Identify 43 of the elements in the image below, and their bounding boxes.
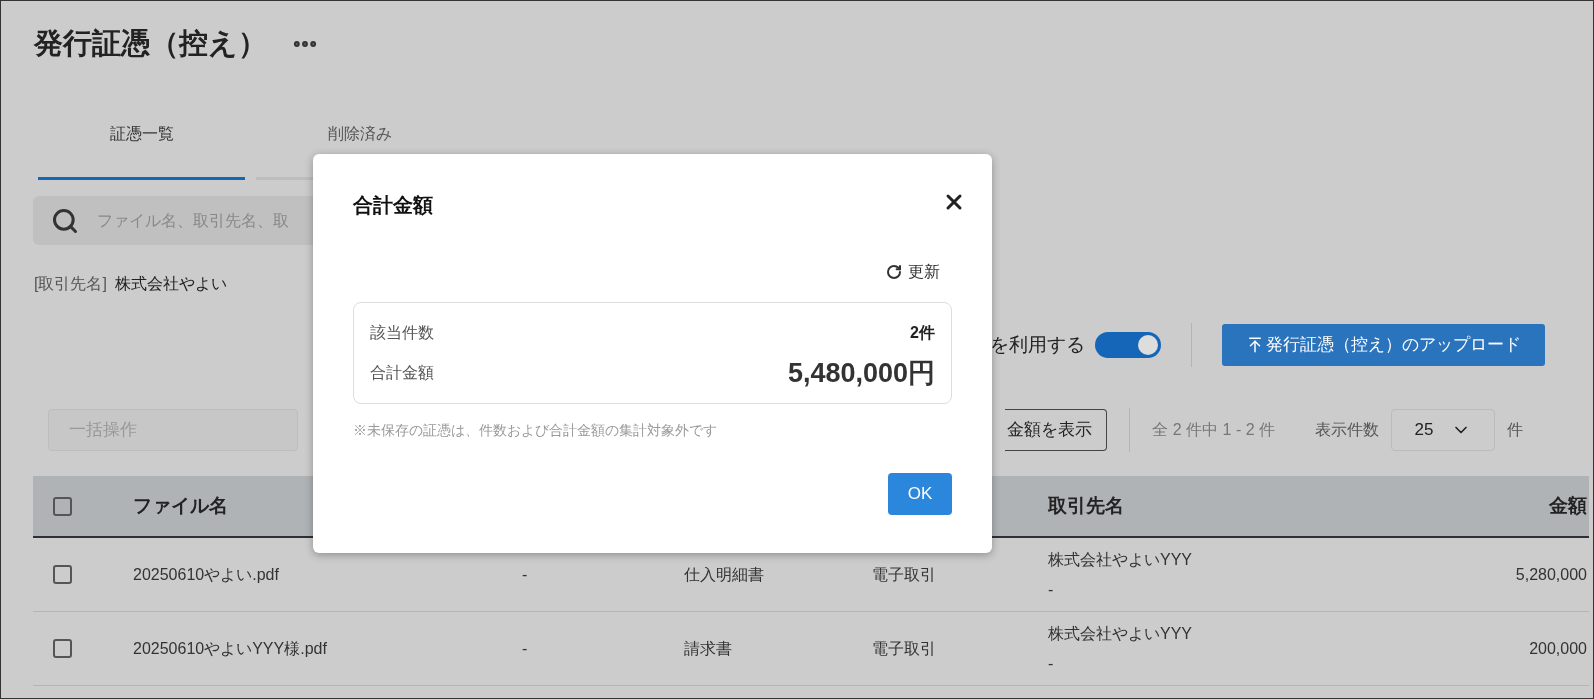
table-cell-text: -	[1048, 653, 1055, 674]
upload-icon	[1246, 336, 1264, 354]
filter-value: 株式会社やよい	[114, 274, 227, 294]
dialog-title: 合計金額	[353, 193, 433, 218]
per-page-unit: 件	[1507, 420, 1523, 440]
summary-label: 合計金額	[370, 363, 434, 383]
table-cell-text: 20250610やよいYYY様.pdf	[133, 638, 328, 659]
table-cell-text: 電子取引	[872, 638, 937, 659]
filter-label: [取引先名]	[34, 274, 107, 294]
table-cell-text: 200,000	[1529, 638, 1588, 659]
checkbox[interactable]	[53, 496, 72, 516]
column-header: ファイル名	[133, 494, 228, 516]
range-text: 全 2 件中 1 - 2 件	[1152, 420, 1275, 440]
table-cell-text: 請求書	[684, 638, 733, 659]
page-title: 発行証憑（控え）	[34, 26, 267, 62]
table-cell-text: 電子取引	[872, 564, 937, 585]
ok-button[interactable]: OK	[888, 473, 952, 515]
summary-label: 該当件数	[370, 323, 434, 343]
tab[interactable]: 証憑一覧	[38, 111, 245, 180]
table-cell-text: 仕入明細書	[684, 564, 765, 585]
table-cell-text: 株式会社やよいYYY	[1048, 623, 1193, 644]
toggle-switch[interactable]	[1095, 332, 1161, 358]
summary-value: 5,480,000円	[787, 356, 935, 390]
checkbox[interactable]	[53, 565, 72, 584]
per-page-label: 表示件数	[1315, 420, 1379, 440]
per-page-select[interactable]: 25	[1391, 409, 1495, 451]
refresh-button[interactable]: 更新	[886, 260, 940, 284]
dialog-note: ※未保存の証憑は、件数および合計金額の集計対象外です	[353, 421, 718, 440]
checkbox[interactable]	[53, 639, 72, 658]
show-total-button[interactable]: 金額を表示	[1005, 409, 1108, 451]
column-header: 金額	[1549, 493, 1588, 518]
table-cell-text: 20250610やよい.pdf	[133, 564, 280, 585]
refresh-icon	[886, 264, 902, 280]
search-icon	[51, 206, 79, 235]
table-cell-text: 5,280,000	[1515, 564, 1588, 585]
table-cell-text: -	[522, 564, 529, 585]
upload-button[interactable]: 発行証憑（控え）のアップロード	[1222, 324, 1545, 366]
toggle-label: を利用する	[990, 332, 1085, 357]
column-header: 取引先名	[1048, 494, 1124, 516]
table-cell-text: -	[522, 638, 529, 659]
table-cell-text: -	[1048, 579, 1055, 600]
summary-value: 2件	[910, 323, 935, 343]
table-cell-text: 株式会社やよいYYY	[1048, 549, 1193, 570]
